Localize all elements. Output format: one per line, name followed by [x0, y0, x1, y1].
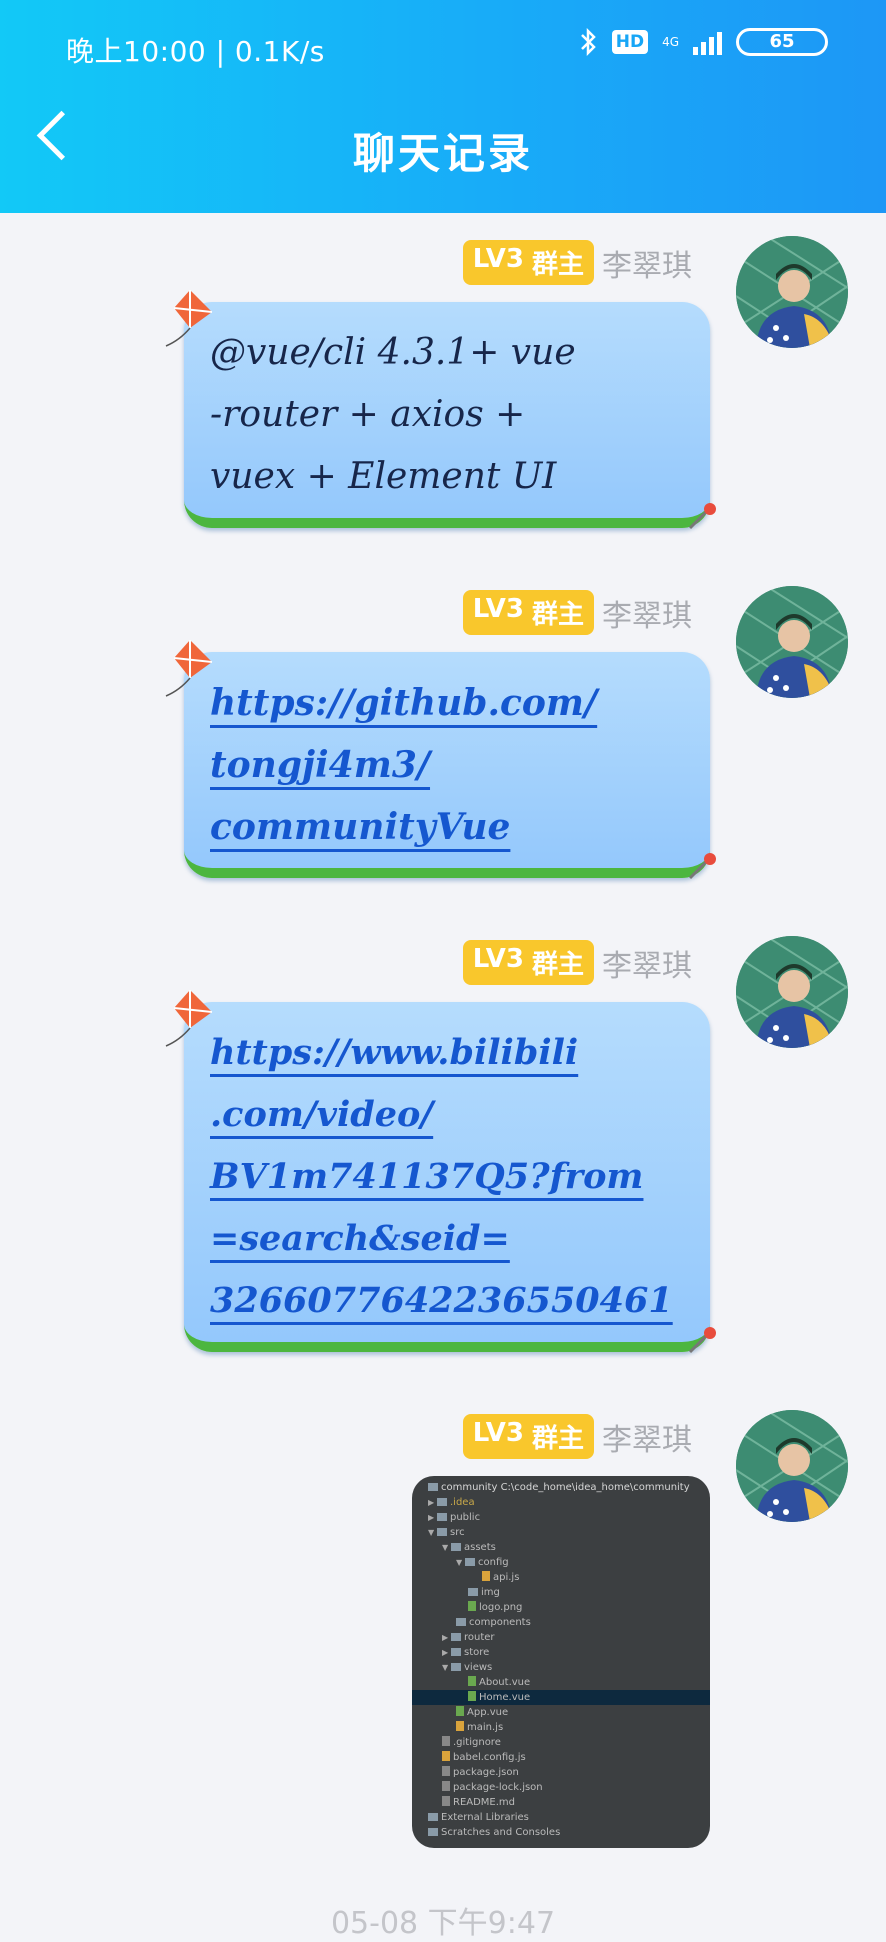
tree-item: ▼ assets: [442, 1542, 496, 1553]
link-line[interactable]: tongji4m3/: [210, 734, 684, 796]
link-bubble[interactable]: https://www.bilibili .com/video/ BV1m741…: [165, 990, 716, 1354]
link-line[interactable]: =search&seid=: [210, 1208, 684, 1270]
tree-item: community C:\code_home\idea_home\communi…: [428, 1480, 690, 1495]
sender-name: 李翠琪: [602, 1422, 692, 1458]
header: 晚上10:00 | 0.1K/s HD 4G 65 聊天记录: [0, 0, 886, 213]
tree-item: External Libraries: [428, 1810, 529, 1825]
tree-item: api.js: [482, 1570, 519, 1585]
link-line[interactable]: 3266077642236550461: [210, 1270, 684, 1332]
tree-item: .gitignore: [442, 1735, 501, 1750]
tree-item: ▶ router: [442, 1632, 495, 1643]
link-line[interactable]: .com/video/: [210, 1084, 684, 1146]
level-label: LV3: [472, 244, 524, 274]
tree-item: components: [456, 1615, 531, 1630]
tree-item: img: [468, 1585, 500, 1600]
avatar[interactable]: [736, 1410, 848, 1522]
level-badge: LV3 群主: [462, 1414, 594, 1459]
level-label: LV3: [472, 594, 524, 624]
role-label: 群主: [531, 1424, 584, 1454]
kite-icon: [165, 640, 213, 697]
avatar[interactable]: [736, 586, 848, 698]
tree-item: ▶ .idea: [428, 1497, 475, 1508]
sender-line: LV3 群主 李翠琪: [462, 940, 692, 985]
tree-item: ▼ src: [428, 1527, 465, 1538]
tree-item: main.js: [456, 1720, 503, 1735]
sender-name: 李翠琪: [602, 948, 692, 984]
tree-item: App.vue: [456, 1705, 508, 1720]
network-label: 4G: [662, 35, 679, 49]
level-badge: LV3 群主: [462, 940, 594, 985]
message-bubble[interactable]: @vue/cli 4.3.1+ vue -router + axios + vu…: [165, 290, 716, 530]
image-message[interactable]: community C:\code_home\idea_home\communi…: [412, 1476, 710, 1848]
message-timestamp: 05-08 下午9:47: [330, 1906, 556, 1941]
message-line: -router + axios +: [210, 394, 526, 435]
status-icons: HD 4G 65: [578, 28, 828, 56]
tree-item: babel.config.js: [442, 1750, 526, 1765]
tree-item: package-lock.json: [442, 1780, 543, 1795]
message-line: vuex + Element UI: [210, 456, 557, 497]
link-bubble[interactable]: https://github.com/ tongji4m3/ community…: [165, 640, 716, 880]
pin-decoration-icon: [688, 853, 716, 880]
status-time-speed: 晚上10:00 | 0.1K/s: [66, 35, 325, 68]
avatar[interactable]: [736, 936, 848, 1048]
kite-icon: [165, 290, 213, 347]
battery-icon: 65: [736, 28, 828, 56]
tree-item: package.json: [442, 1765, 519, 1780]
tree-item-selected: Home.vue: [412, 1690, 710, 1705]
sender-line: LV3 群主 李翠琪: [462, 1414, 692, 1459]
tree-item: README.md: [442, 1795, 515, 1810]
hd-badge: HD: [611, 30, 649, 54]
link-line[interactable]: BV1m741137Q5?from: [210, 1146, 684, 1208]
message-line: @vue/cli 4.3.1+ vue: [210, 332, 576, 373]
tree-item: ▶ store: [442, 1647, 490, 1658]
level-label: LV3: [472, 944, 524, 974]
bluetooth-icon: [580, 28, 596, 56]
pin-decoration-icon: [688, 503, 716, 530]
tree-item: ▶ public: [428, 1512, 481, 1523]
role-label: 群主: [531, 250, 584, 280]
tree-item: logo.png: [468, 1600, 522, 1615]
link-line[interactable]: https://github.com/: [210, 672, 684, 734]
sender-line: LV3 群主 李翠琪: [462, 590, 692, 635]
tree-item: Scratches and Consoles: [428, 1825, 560, 1840]
level-label: LV3: [472, 1418, 524, 1448]
signal-icon: [693, 29, 722, 55]
tree-item: ▼ views: [442, 1662, 493, 1673]
tree-item: About.vue: [468, 1675, 530, 1690]
role-label: 群主: [531, 600, 584, 630]
pin-decoration-icon: [688, 1327, 716, 1354]
sender-name: 李翠琪: [602, 248, 692, 284]
level-badge: LV3 群主: [462, 590, 594, 635]
role-label: 群主: [531, 950, 584, 980]
page-title: 聊天记录: [352, 129, 533, 178]
link-line[interactable]: https://www.bilibili: [210, 1022, 684, 1084]
avatar[interactable]: [736, 236, 848, 348]
tree-item: ▼ config: [456, 1557, 509, 1568]
sender-line: LV3 群主 李翠琪: [462, 240, 692, 285]
link-line[interactable]: communityVue: [210, 796, 684, 858]
sender-name: 李翠琪: [602, 598, 692, 634]
kite-icon: [165, 990, 213, 1047]
level-badge: LV3 群主: [462, 240, 594, 285]
